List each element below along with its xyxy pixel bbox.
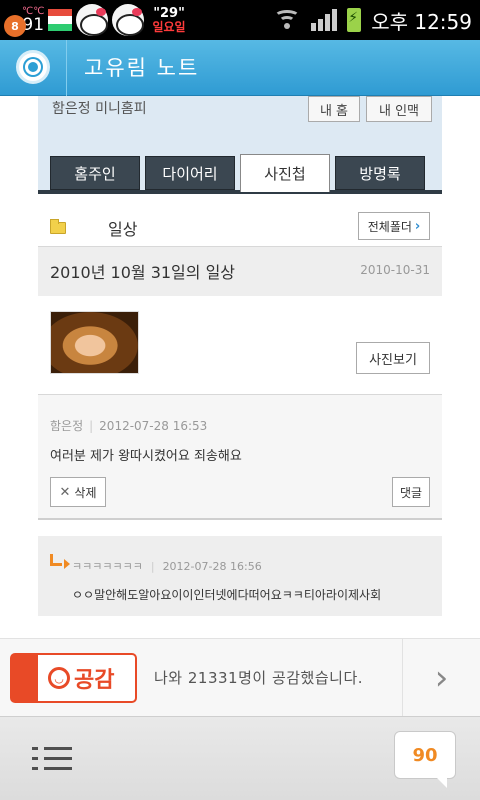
notification-badge-icon: 8 bbox=[4, 15, 26, 37]
ad-message: 나와 21331명이 공감했습니다. bbox=[154, 669, 364, 687]
post-date: 2010-10-31 bbox=[360, 263, 430, 277]
tab-diary[interactable]: 다이어리 bbox=[145, 156, 235, 190]
my-network-button[interactable]: 내 인맥 bbox=[366, 96, 432, 122]
post-header: 2010년 10월 31일의 일상 2010-10-31 bbox=[38, 246, 442, 296]
chevron-right-icon: › bbox=[414, 218, 421, 234]
app-title: 고유림 노트 bbox=[84, 56, 200, 80]
profile-name: 함은정 미니홈피 bbox=[52, 101, 147, 117]
app-bar-divider bbox=[66, 40, 67, 96]
wifi-icon bbox=[273, 8, 301, 32]
app-logo-icon[interactable] bbox=[16, 50, 50, 84]
hello-kitty-icon bbox=[112, 4, 145, 36]
profile-header: 함은정 미니홈피 내 홈 내 인맥 bbox=[38, 96, 442, 152]
signal-icon bbox=[311, 9, 338, 31]
folder-icon bbox=[50, 219, 66, 234]
comment: 함은정 | 2012-07-28 16:53 여러분 제가 왕따시켰어요 죄송해요 … bbox=[38, 394, 442, 520]
ad-logo-text: 공감 bbox=[74, 668, 115, 693]
minihompy-content: 함은정 미니홈피 내 홈 내 인맥 홈주인 다이어리 사진첩 방명록 일상 전체… bbox=[38, 96, 442, 638]
gonggam-logo: ◡ 공감 bbox=[10, 653, 137, 703]
weather-widget: "29" 일요일 bbox=[152, 7, 185, 33]
folder-row: 일상 전체폴더 › bbox=[38, 210, 442, 244]
reply-meta: ㅋㅋㅋㅋㅋㅋㅋ | 2012-07-28 16:56 bbox=[72, 560, 262, 573]
flag-icon bbox=[48, 9, 73, 31]
delete-button[interactable]: ✕ 삭제 bbox=[50, 477, 106, 507]
comment-author: 함은정 bbox=[50, 419, 84, 433]
post-photo-thumbnail[interactable] bbox=[50, 311, 139, 374]
weather-day: 일요일 bbox=[152, 19, 186, 34]
tab-guestbook[interactable]: 방명록 bbox=[335, 156, 425, 190]
comment-meta: 함은정 | 2012-07-28 16:53 bbox=[50, 419, 208, 433]
reply-text: ㅇㅇ말안해도알아요이이인터넷에다떠어요ㅋㅋ티아라이제사회 bbox=[72, 588, 382, 602]
reply-button[interactable]: 댓글 bbox=[392, 477, 430, 507]
my-home-button[interactable]: 내 홈 bbox=[308, 96, 360, 122]
status-bar-left: 8 ℃℃ 91 "29" 일요일 bbox=[4, 2, 186, 38]
folder-name: 일상 bbox=[108, 220, 138, 239]
smile-icon: ◡ bbox=[48, 667, 70, 689]
comment-datetime: 2012-07-28 16:53 bbox=[99, 419, 208, 433]
reply-datetime: 2012-07-28 16:56 bbox=[162, 560, 262, 573]
all-folders-button[interactable]: 전체폴더 › bbox=[358, 212, 430, 240]
tab-bar: 홈주인 다이어리 사진첩 방명록 bbox=[38, 152, 442, 194]
reply-arrow-icon bbox=[50, 554, 70, 569]
all-folders-label: 전체폴더 bbox=[367, 219, 412, 234]
comment-text: 여러분 제가 왕따시켰어요 죄송해요 bbox=[50, 449, 242, 464]
reply-author: ㅋㅋㅋㅋㅋㅋㅋ bbox=[72, 560, 143, 573]
status-bar-right: 오후 12:59 bbox=[273, 0, 472, 40]
view-photo-button[interactable]: 사진보기 bbox=[356, 342, 430, 374]
clock: 오후 12:59 bbox=[371, 9, 472, 34]
close-icon: ✕ bbox=[59, 484, 71, 500]
app-bar: 고유림 노트 bbox=[0, 40, 480, 96]
chevron-right-icon[interactable]: › bbox=[402, 639, 480, 717]
status-bar: 8 ℃℃ 91 "29" 일요일 ⚡ 오후 12:59 bbox=[0, 0, 480, 40]
delete-label: 삭제 bbox=[74, 485, 97, 500]
tab-home-owner[interactable]: 홈주인 bbox=[50, 156, 140, 190]
ad-banner[interactable]: ◡ 공감 나와 21331명이 공감했습니다. › bbox=[0, 638, 480, 717]
menu-list-icon[interactable] bbox=[32, 747, 72, 775]
weather-degree: "29" bbox=[153, 5, 185, 21]
reply-comment: ㅋㅋㅋㅋㅋㅋㅋ | 2012-07-28 16:56 ㅇㅇ말안해도알아요이이인터넷에… bbox=[38, 536, 442, 616]
comment-count-bubble[interactable]: 90 bbox=[394, 731, 456, 788]
post-title: 2010년 10월 31일의 일상 bbox=[50, 263, 236, 282]
tab-photo-album[interactable]: 사진첩 bbox=[240, 154, 330, 192]
bottom-bar: 90 bbox=[0, 716, 480, 800]
battery-charging-icon bbox=[347, 8, 362, 32]
hello-kitty-icon bbox=[76, 4, 109, 36]
screen: 8 ℃℃ 91 "29" 일요일 ⚡ 오후 12:59 고유림 노트 함은정 미… bbox=[0, 0, 480, 800]
